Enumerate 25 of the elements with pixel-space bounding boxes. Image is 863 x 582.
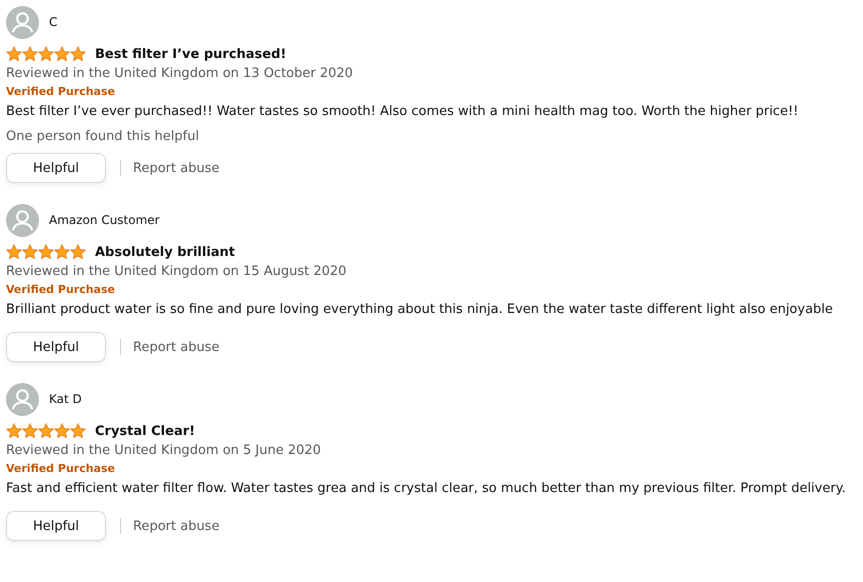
review-text: Fast and efficient water filter flow. Water tastes grea and is crystal clear, so much better than my previous filter. Prompt delivery. — [6, 481, 847, 496]
reviewer-name: Kat D — [49, 392, 82, 406]
report-abuse-link[interactable]: Report abuse — [133, 518, 220, 534]
helpful-count: One person found this helpful — [6, 129, 200, 144]
review-date: Reviewed in the United Kingdom on 5 June 2020 — [6, 443, 322, 458]
avatar-icon — [6, 204, 39, 236]
review-date: Reviewed in the United Kingdom on 15 August 2020 — [6, 264, 348, 279]
helpful-button[interactable]: Helpful — [6, 332, 106, 362]
review-title[interactable]: Crystal Clear! — [95, 424, 196, 438]
verified-purchase-label: Verified Purchase — [6, 85, 116, 98]
reviewer-name: C — [49, 15, 58, 29]
avatar-icon — [6, 382, 39, 416]
report-abuse-link[interactable]: Report abuse — [133, 340, 220, 354]
review-date: Reviewed in the United Kingdom on 13 October 2020 — [6, 66, 354, 81]
verified-purchase-label: Verified Purchase — [6, 283, 116, 296]
reviewer-name: Amazon Customer — [49, 213, 160, 227]
review-title[interactable]: Absolutely brilliant — [95, 244, 236, 260]
review-text: Best filter I’ve ever purchased!! Water tastes so smooth! Also comes with a mini health mag too. Worth the higher price!! — [6, 104, 800, 119]
helpful-button[interactable]: Helpful — [6, 153, 106, 183]
report-abuse-link[interactable]: Report abuse — [133, 160, 220, 176]
review-title[interactable]: Best filter I’ve purchased! — [95, 46, 286, 62]
avatar-icon — [6, 6, 39, 38]
helpful-button[interactable]: Helpful — [6, 511, 106, 541]
review-text: Brilliant product water is so fine and pure loving everything about this ninja. Even the water taste different light also enjoyable — [6, 302, 834, 317]
verified-purchase-label: Verified Purchase — [6, 462, 116, 475]
